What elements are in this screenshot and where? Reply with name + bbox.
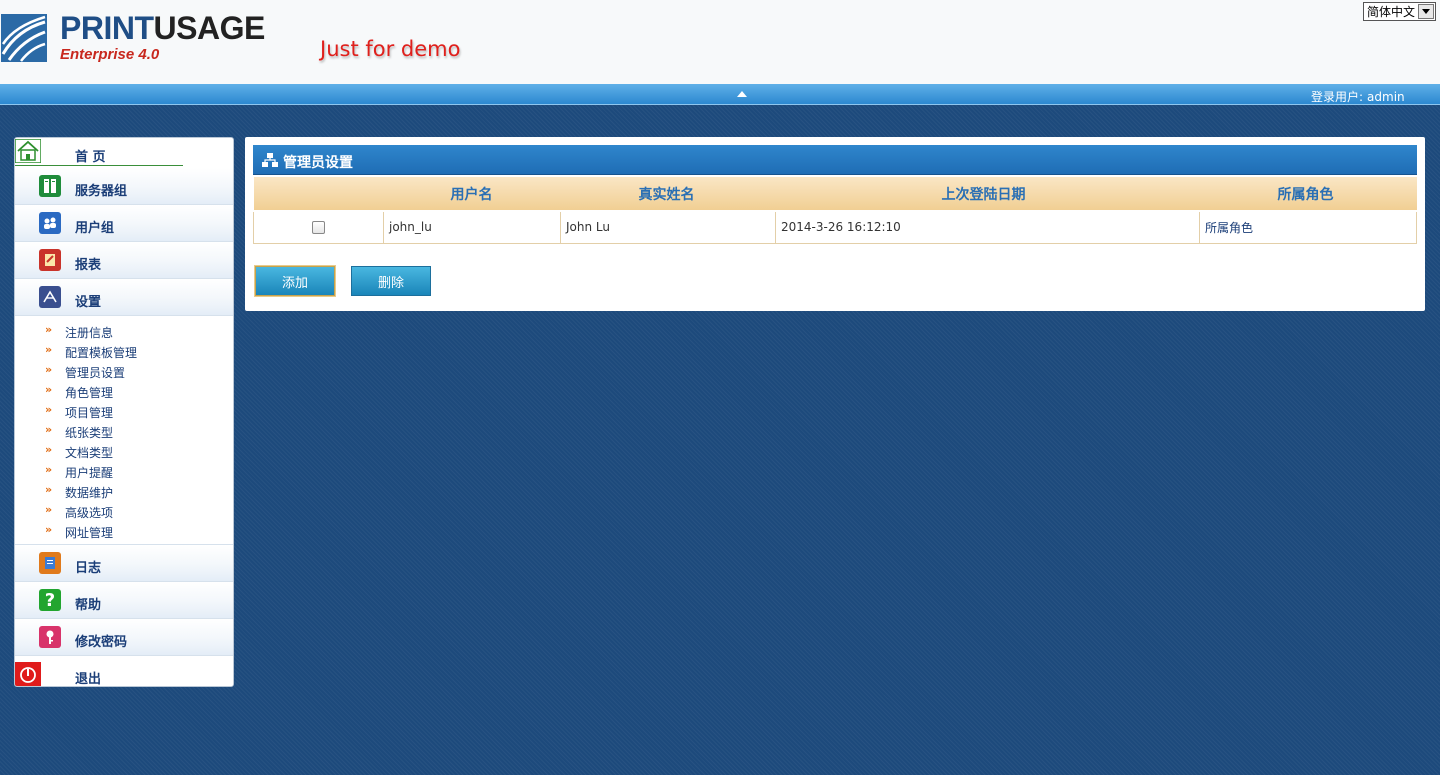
row-select-cell	[253, 210, 384, 244]
language-select[interactable]: 简体中文	[1363, 2, 1436, 21]
submenu-item-label: 文档类型	[65, 446, 114, 460]
login-info: 登录用户: admin	[1311, 88, 1405, 105]
cell-role: 所属角色	[1199, 210, 1417, 244]
column-header-realname[interactable]: 真实姓名	[560, 177, 776, 212]
power-icon	[15, 662, 41, 686]
sidebar-item-label: 帮助	[75, 598, 102, 613]
submenu-item-label: 项目管理	[65, 406, 114, 420]
double-chevron-icon: »	[45, 443, 52, 456]
sidebar-item-server-group[interactable]: 服务器组	[15, 168, 233, 205]
submenu-item-data-maintenance[interactable]: » 数据维护	[15, 481, 233, 501]
submenu-item-label: 注册信息	[65, 326, 114, 340]
column-header-role[interactable]: 所属角色	[1199, 177, 1417, 212]
key-icon	[39, 626, 61, 648]
sidebar-item-home[interactable]: 首 页	[15, 138, 233, 168]
settings-icon	[39, 286, 61, 308]
logo-print: PRINT	[60, 10, 154, 46]
sidebar-item-label: 修改密码	[75, 635, 128, 650]
double-chevron-icon: »	[45, 523, 52, 536]
double-chevron-icon: »	[45, 363, 52, 376]
double-chevron-icon: »	[45, 483, 52, 496]
logo-subtitle: Enterprise 4.0	[60, 46, 160, 63]
help-icon: ?	[39, 589, 61, 611]
submenu-item-label: 高级选项	[65, 506, 114, 520]
double-chevron-icon: »	[45, 503, 52, 516]
submenu-item-project-management[interactable]: » 项目管理	[15, 401, 233, 421]
home-icon	[15, 139, 41, 163]
submenu-item-registration[interactable]: » 注册信息	[15, 321, 233, 341]
add-button[interactable]: 添加	[255, 266, 335, 296]
submenu-item-url-management[interactable]: » 网址管理	[15, 521, 233, 541]
column-header-last-login[interactable]: 上次登陆日期	[775, 177, 1200, 212]
submenu-item-label: 网址管理	[65, 526, 114, 540]
submenu-item-admin-settings[interactable]: » 管理员设置	[15, 361, 233, 381]
sidebar-item-label: 报表	[75, 258, 102, 273]
sidebar-item-label: 用户组	[75, 221, 115, 236]
submenu-item-label: 纸张类型	[65, 426, 114, 440]
submenu-item-document-type[interactable]: » 文档类型	[15, 441, 233, 461]
sidebar-item-label: 首 页	[75, 150, 106, 165]
double-chevron-icon: »	[45, 423, 52, 436]
row-checkbox[interactable]	[312, 221, 325, 235]
logo-wordmark: PRINTUSAGE	[60, 10, 265, 46]
sidebar-item-logout[interactable]: 退出	[15, 656, 233, 687]
sidebar-item-user-group[interactable]: 用户组	[15, 205, 233, 242]
page-title: 管理员设置	[283, 155, 353, 171]
report-icon	[39, 249, 61, 271]
home-underline	[15, 165, 183, 166]
top-bar: 登录用户: admin	[0, 84, 1440, 105]
table-row: john_lu John Lu 2014-3-26 16:12:10 所属角色	[253, 210, 1417, 244]
sidebar-item-label: 退出	[75, 672, 102, 687]
admin-table: 用户名 真实姓名 上次登陆日期 所属角色 john_lu John Lu 201…	[253, 177, 1417, 244]
header: PRINTUSAGE Enterprise 4.0 Just for demo …	[0, 0, 1440, 84]
sidebar: 首 页 服务器组 用户组 报表 设置 » 注册信息 » 配置模板管理 » 管理员设置 …	[14, 137, 234, 687]
double-chevron-icon: »	[45, 463, 52, 476]
chevron-down-icon[interactable]	[1418, 4, 1434, 19]
column-header-select	[253, 177, 384, 212]
sidebar-item-change-password[interactable]: 修改密码	[15, 619, 233, 656]
submenu-item-label: 配置模板管理	[65, 346, 138, 360]
log-icon	[39, 552, 61, 574]
submenu-item-config-template[interactable]: » 配置模板管理	[15, 341, 233, 361]
language-value: 简体中文	[1367, 5, 1416, 19]
submenu-item-role-management[interactable]: » 角色管理	[15, 381, 233, 401]
submenu-item-label: 数据维护	[65, 486, 114, 500]
login-username: admin	[1367, 90, 1405, 104]
demo-note: Just for demo	[320, 37, 461, 61]
logo-icon	[1, 14, 47, 62]
submenu-item-user-reminder[interactable]: » 用户提醒	[15, 461, 233, 481]
sidebar-item-label: 服务器组	[75, 184, 128, 199]
table-header-row: 用户名 真实姓名 上次登陆日期 所属角色	[253, 177, 1417, 212]
cell-realname: John Lu	[560, 210, 776, 244]
double-chevron-icon: »	[45, 323, 52, 336]
logo-usage: USAGE	[153, 10, 266, 46]
cell-last-login: 2014-3-26 16:12:10	[775, 210, 1200, 244]
server-group-icon	[39, 175, 61, 197]
delete-button[interactable]: 删除	[351, 266, 431, 296]
double-chevron-icon: »	[45, 383, 52, 396]
collapse-up-icon[interactable]	[737, 91, 747, 97]
submenu-item-label: 角色管理	[65, 386, 114, 400]
double-chevron-icon: »	[45, 403, 52, 416]
column-header-username[interactable]: 用户名	[383, 177, 561, 212]
sidebar-item-label: 日志	[75, 561, 102, 576]
cell-username: john_lu	[383, 210, 561, 244]
submenu-item-paper-type[interactable]: » 纸张类型	[15, 421, 233, 441]
sidebar-item-settings[interactable]: 设置	[15, 279, 233, 316]
org-chart-icon	[262, 153, 278, 167]
submenu-item-label: 用户提醒	[65, 466, 114, 480]
settings-submenu: » 注册信息 » 配置模板管理 » 管理员设置 » 角色管理 » 项目管理 » 纸张类型 »…	[15, 316, 233, 545]
sidebar-item-log[interactable]: 日志	[15, 545, 233, 582]
submenu-item-advanced-options[interactable]: » 高级选项	[15, 501, 233, 521]
login-label: 登录用户:	[1311, 90, 1364, 104]
sidebar-item-help[interactable]: ? 帮助	[15, 582, 233, 619]
double-chevron-icon: »	[45, 343, 52, 356]
user-group-icon	[39, 212, 61, 234]
sidebar-item-report[interactable]: 报表	[15, 242, 233, 279]
panel-header: 管理员设置	[253, 145, 1417, 175]
sidebar-item-label: 设置	[75, 295, 102, 310]
role-link[interactable]: 所属角色	[1205, 221, 1253, 235]
main-panel: 管理员设置 用户名 真实姓名 上次登陆日期 所属角色 john_lu John …	[245, 137, 1425, 311]
submenu-item-label: 管理员设置	[65, 366, 126, 380]
